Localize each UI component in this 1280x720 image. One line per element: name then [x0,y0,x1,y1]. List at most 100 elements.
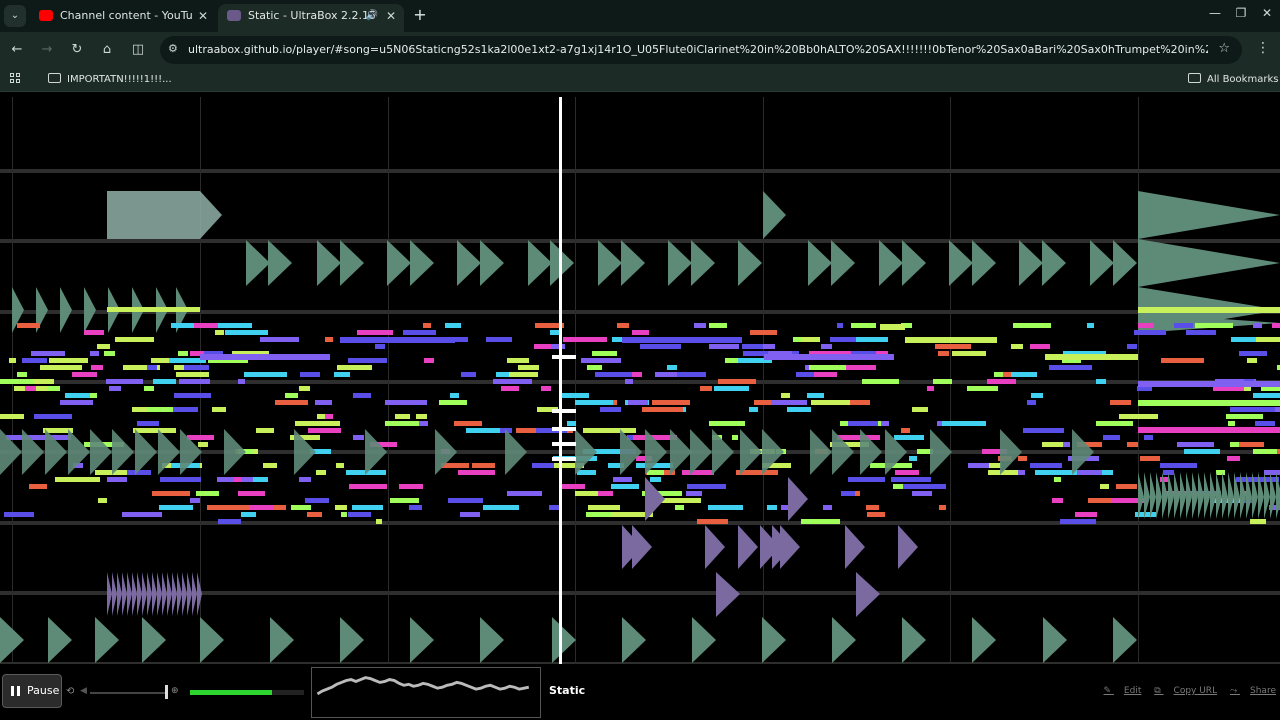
tab-youtube-studio[interactable]: Channel content - YouTube Studio ✕ [30,4,216,32]
note [160,477,201,482]
note [902,484,946,489]
note [1174,323,1193,328]
reload-button[interactable]: ↻ [67,40,87,60]
song-visualizer[interactable] [0,97,1280,664]
pause-button[interactable]: Pause [2,674,62,708]
close-window-button[interactable]: ✕ [1256,6,1278,20]
forward-button[interactable]: → [37,40,57,60]
note [988,470,1021,475]
copy-url-link[interactable]: ⧉ Copy URL [1154,686,1217,696]
url-text[interactable]: ultraabox.github.io/player/#song=u5N06St… [188,36,1208,64]
note [939,505,946,510]
drum-note [162,572,167,616]
drum-note [762,429,784,475]
volume-slider-thumb[interactable] [165,685,168,699]
apps-grid-icon[interactable] [10,73,22,85]
drum-note [780,525,800,569]
all-bookmarks-button[interactable]: All Bookmarks [1188,72,1278,88]
note [600,407,621,412]
note [1216,470,1225,475]
close-icon[interactable]: ✕ [386,4,396,28]
tab-ultrabox[interactable]: Static - UltraBox 2.2.15 🔊 ✕ [218,4,404,32]
drum-note [1198,472,1204,519]
note [821,344,832,349]
drum-note [1113,617,1137,663]
close-icon[interactable]: ✕ [198,4,208,28]
zoom-icon[interactable]: ⊕ [171,686,179,696]
piano-roll[interactable] [0,97,1280,664]
note [575,491,598,496]
edit-link[interactable]: ✎ Edit [1104,686,1142,696]
note [107,477,127,482]
bookmark-folder-important[interactable]: IMPORTATN!!!!!1!!!... [48,72,172,88]
new-tab-button[interactable]: + [410,4,430,26]
note [1035,470,1077,475]
playback-progress[interactable] [190,690,304,695]
drum-note [172,572,177,616]
note [4,512,34,517]
share-link[interactable]: ⤳ Share [1230,686,1276,696]
drum-note [1138,191,1280,239]
minimize-button[interactable]: — [1204,6,1226,20]
volume-slider[interactable] [90,692,168,694]
drum-note [808,240,832,286]
drum-note [810,429,832,475]
split-view-button[interactable]: ◫ [128,40,148,60]
note [588,505,620,510]
note [200,354,330,360]
note [709,344,739,349]
restore-button[interactable]: ❐ [1230,6,1252,20]
drum-note [1144,472,1150,519]
note [532,463,554,468]
note [159,505,193,510]
drum-note [598,240,622,286]
drum-note [365,429,387,475]
note [1103,435,1120,440]
loop-icon[interactable]: ⟲ [66,686,74,697]
copy-url-label: Copy URL [1173,686,1218,696]
note [1215,323,1233,328]
bookmark-label: IMPORTATN!!!!!1!!!... [67,74,172,85]
site-info-icon[interactable]: ⚙ [168,42,178,55]
note [851,323,876,328]
note [732,435,738,440]
note [611,484,639,489]
drum-note [622,617,646,663]
note [801,519,840,524]
note [174,393,211,398]
drum-note [1150,472,1156,519]
drum-note [60,287,72,333]
note [17,323,40,328]
note [218,519,241,524]
address-bar[interactable]: ⚙ ultraabox.github.io/player/#song=u5N06… [160,36,1242,64]
reload-icon: ↻ [71,42,83,57]
note [1253,393,1280,398]
bar-line [763,97,764,664]
star-icon[interactable]: ☆ [1218,41,1230,56]
note [458,470,495,475]
back-button[interactable]: ← [7,40,27,60]
note [91,365,103,370]
song-waveform[interactable] [311,667,541,718]
drum-note [107,191,222,239]
playhead [559,97,562,664]
note [866,505,879,510]
note [22,358,47,363]
note [1161,358,1204,363]
drum-note [270,617,294,663]
speaker-icon[interactable]: 🔊 [366,4,378,28]
note [1030,463,1062,468]
tab-search-button[interactable]: ⌄ [4,5,26,27]
note [60,400,93,405]
note [1096,379,1106,384]
note [107,307,200,312]
note [935,344,971,349]
note [178,351,188,356]
three-dots-icon[interactable]: ⋮ [1256,40,1270,56]
note [837,435,880,440]
note [987,379,1016,384]
note [632,330,649,335]
note [445,323,461,328]
home-button[interactable]: ⌂ [97,40,117,60]
note [1127,442,1138,447]
